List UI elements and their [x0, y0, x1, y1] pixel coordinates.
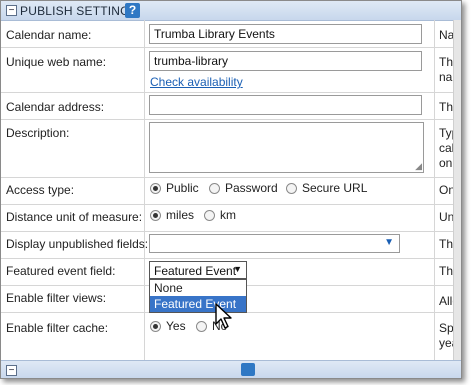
- chevron-down-icon: ▼: [384, 237, 394, 248]
- radio-selected-icon: [150, 182, 161, 194]
- filter-cache-yes-radio[interactable]: Yes: [150, 319, 186, 333]
- unique-web-name-label: Unique web name:: [6, 55, 107, 69]
- radio-selected-icon: [150, 209, 161, 221]
- radio-selected-icon: [150, 320, 161, 332]
- distance-miles-label: miles: [166, 208, 195, 222]
- resize-grip-icon[interactable]: ◢: [415, 162, 422, 171]
- calendar-name-input[interactable]: Trumba Library Events: [149, 24, 422, 44]
- dropdown-option-none[interactable]: None: [150, 280, 246, 296]
- access-public-radio[interactable]: Public: [150, 181, 199, 195]
- publish-settings-panel: − PUBLISH SETTINGS ? Calendar name: Trum…: [0, 0, 462, 379]
- featured-event-label: Featured event field:: [6, 264, 116, 278]
- display-unpublished-select[interactable]: ▼: [149, 234, 400, 253]
- radio-empty-icon: [196, 320, 207, 332]
- chevron-down-icon: ▼: [233, 264, 242, 274]
- access-password-label: Password: [225, 181, 278, 195]
- next-section-header: −: [1, 360, 461, 378]
- row-divider: [1, 47, 461, 48]
- enable-filter-cache-label: Enable filter cache:: [6, 321, 109, 335]
- access-secure-url-radio[interactable]: Secure URL: [286, 181, 367, 195]
- radio-empty-icon: [204, 209, 215, 221]
- row-divider: [1, 177, 461, 178]
- vertical-scrollbar[interactable]: [453, 20, 461, 360]
- calendar-name-label: Calendar name:: [6, 28, 92, 42]
- featured-event-select[interactable]: Featured Event ▼: [149, 261, 247, 279]
- access-secure-url-label: Secure URL: [302, 181, 368, 195]
- calendar-address-label: Calendar address:: [6, 100, 105, 114]
- section-header: − PUBLISH SETTINGS ?: [1, 1, 461, 21]
- unique-web-name-input[interactable]: trumba-library: [149, 51, 422, 71]
- access-type-label: Access type:: [6, 183, 75, 197]
- access-password-radio[interactable]: Password: [209, 181, 278, 195]
- check-availability-link[interactable]: Check availability: [150, 75, 243, 89]
- collapse-toggle[interactable]: −: [6, 365, 17, 376]
- radio-empty-icon: [286, 182, 297, 194]
- column-divider-right: [434, 20, 435, 360]
- description-label: Description:: [6, 126, 70, 140]
- row-divider: [1, 119, 461, 120]
- distance-km-label: km: [220, 208, 236, 222]
- distance-unit-label: Distance unit of measure:: [6, 210, 143, 224]
- calendar-address-input[interactable]: [149, 95, 422, 115]
- row-divider: [1, 231, 461, 232]
- radio-empty-icon: [209, 182, 220, 194]
- arrow-cursor-icon: [215, 303, 232, 329]
- display-unpublished-label: Display unpublished fields:: [6, 237, 149, 251]
- enable-filter-views-label: Enable filter views:: [6, 291, 107, 305]
- column-divider-left: [144, 20, 145, 360]
- help-icon[interactable]: ?: [125, 3, 140, 18]
- section-title: PUBLISH SETTINGS: [20, 4, 138, 18]
- distance-km-radio[interactable]: km: [204, 208, 236, 222]
- access-public-label: Public: [166, 181, 199, 195]
- help-icon[interactable]: [241, 363, 255, 376]
- row-divider: [1, 258, 461, 259]
- row-divider: [1, 204, 461, 205]
- distance-miles-radio[interactable]: miles: [150, 208, 194, 222]
- description-textarea[interactable]: ◢: [149, 122, 424, 173]
- collapse-toggle[interactable]: −: [6, 5, 17, 16]
- filter-cache-yes-label: Yes: [166, 319, 186, 333]
- row-divider: [1, 92, 461, 93]
- featured-event-value: Featured Event: [154, 264, 237, 278]
